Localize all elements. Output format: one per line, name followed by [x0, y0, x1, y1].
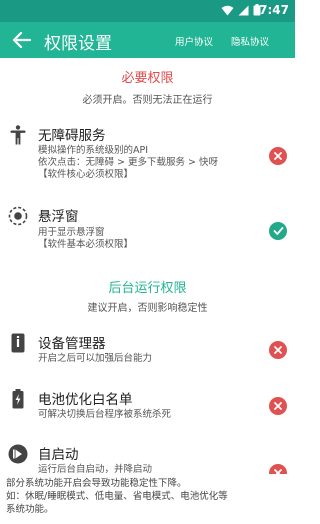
permission-description: 模拟操作的系统级别的API 依次点击：无障碍 > 更多下载服务 > 快呀 【软件…	[38, 145, 218, 181]
permission-desc-line: 【软件核心必须权限】	[38, 169, 134, 180]
status-bar: 7:47	[0, 0, 295, 22]
permission-description: 可解决切换后台程序被系统杀死	[38, 409, 171, 421]
status-time: 7:47	[259, 3, 289, 17]
permission-description: 用于显示悬浮窗 【软件基本必须权限】	[38, 227, 133, 251]
back-button[interactable]	[10, 28, 34, 52]
permission-description: 运行后台自启动，并降启动	[38, 464, 152, 474]
permission-desc-line: 用于显示悬浮窗	[38, 227, 105, 238]
user-agreement-link[interactable]: 用户协议	[175, 34, 213, 48]
close-icon	[274, 402, 282, 410]
background-section-subtitle: 建议开启，否则影响稳定性	[87, 303, 208, 314]
permission-description: 开启之后可以加强后台能力	[38, 353, 152, 365]
status-icons	[221, 4, 261, 16]
accessibility-icon	[7, 124, 29, 146]
footer-line: 部分系统功能开启会导致功能稳定性下降。	[6, 478, 187, 489]
permission-title: 悬浮窗	[38, 209, 79, 225]
permission-title: 自启动	[38, 447, 79, 463]
footer-line: 如：休眠/睡眠模式、低电量、省电模式、电池优化等	[6, 491, 228, 502]
close-icon	[274, 152, 282, 160]
app-bar: 权限设置 用户协议 隐私协议	[0, 22, 295, 58]
battery-icon	[7, 388, 29, 410]
permission-desc-line: 【软件基本必须权限】	[38, 239, 134, 250]
permission-desc-line: 依次点击：无障碍 > 更多下载服务 > 快呀	[38, 157, 218, 168]
status-disabled-button[interactable]	[269, 464, 287, 474]
floating-window-icon	[7, 205, 29, 227]
status-disabled-button[interactable]	[269, 341, 287, 359]
arrow-left-icon	[13, 32, 31, 48]
footer-line: 系统功能。	[6, 504, 54, 515]
close-icon	[274, 346, 282, 354]
page-title: 权限设置	[44, 34, 112, 54]
required-section-subtitle: 必须开启。否则无法正在运行	[82, 95, 213, 106]
check-icon	[273, 227, 283, 235]
wifi-icon	[221, 5, 234, 15]
background-section-title: 后台运行权限	[108, 281, 187, 296]
permission-desc-line: 开启之后可以加强后台能力	[38, 353, 153, 364]
status-enabled-button[interactable]	[269, 222, 287, 240]
permission-desc-line: 运行后台自启动，并降启动	[38, 464, 153, 474]
status-disabled-button[interactable]	[269, 147, 287, 165]
footer-note: 部分系统功能开启会导致功能稳定性下降。 如：休眠/睡眠模式、低电量、省电模式、电…	[0, 474, 295, 524]
permission-title: 设备管理器	[38, 336, 106, 352]
permission-list[interactable]: 必要权限 必须开启。否则无法正在运行 无障碍服务 模拟操作的系统级别的API 依…	[0, 58, 295, 474]
autostart-icon	[7, 443, 29, 465]
permission-title: 电池优化白名单	[38, 392, 133, 408]
permission-desc-line: 可解决切换后台程序被系统杀死	[38, 409, 172, 420]
privacy-agreement-link[interactable]: 隐私协议	[231, 34, 269, 48]
required-section-title: 必要权限	[121, 71, 174, 86]
permission-title: 无障碍服务	[38, 128, 106, 144]
status-disabled-button[interactable]	[269, 397, 287, 415]
signal-icon	[238, 5, 249, 15]
permission-desc-line: 模拟操作的系统级别的API	[38, 145, 149, 156]
device-manager-icon	[7, 332, 29, 354]
